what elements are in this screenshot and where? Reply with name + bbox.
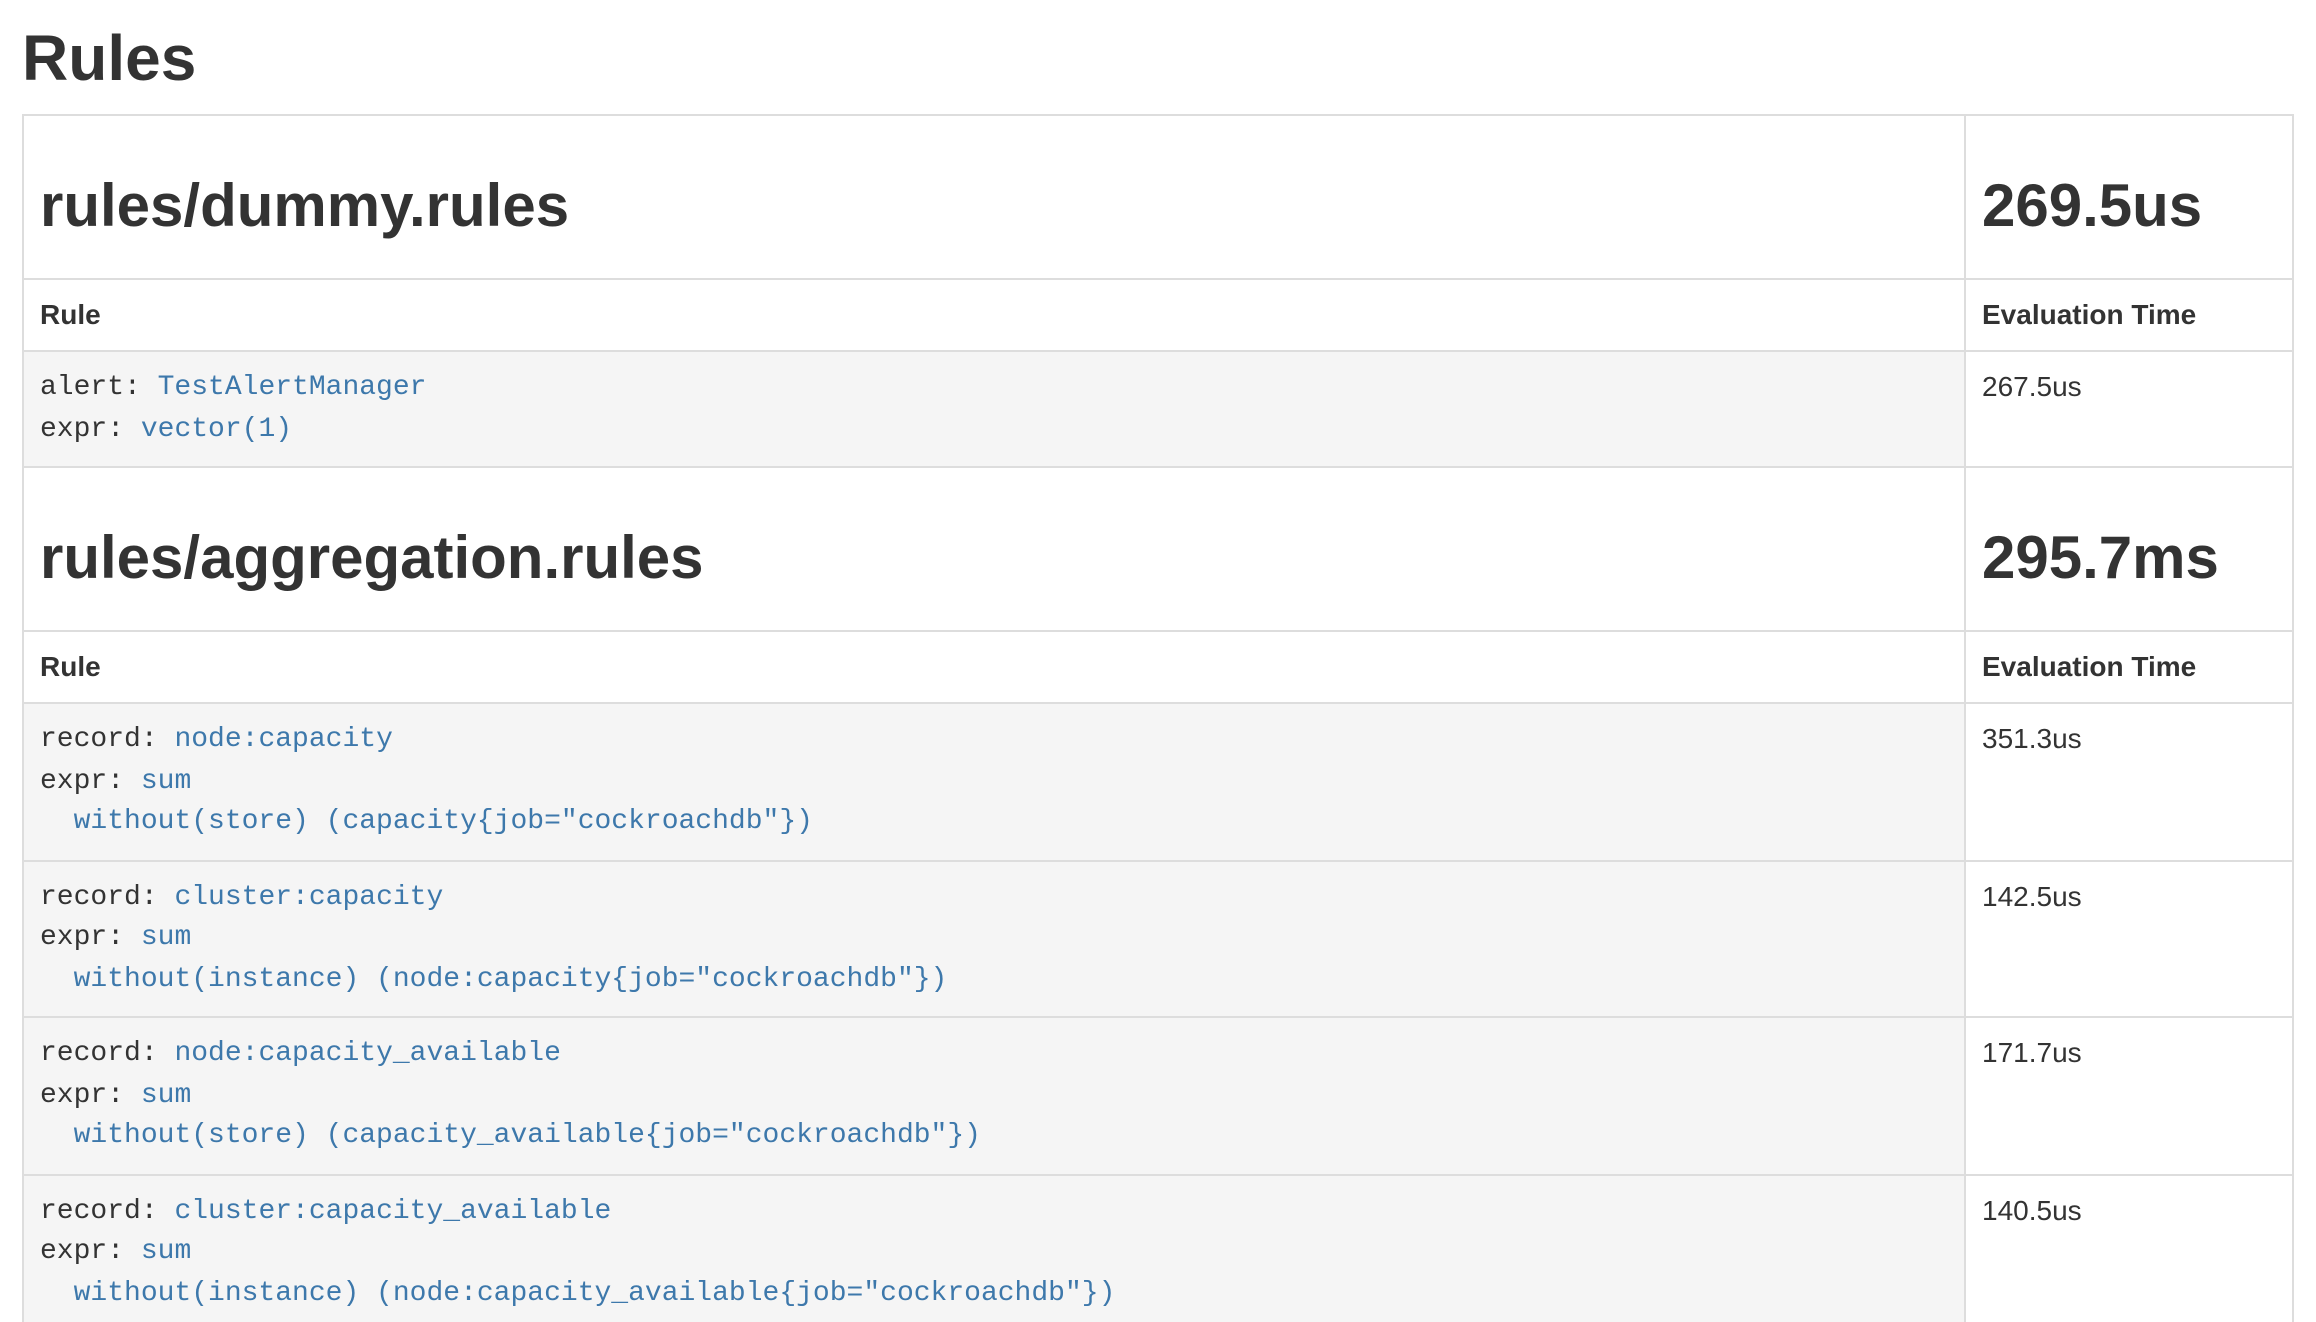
rule-group-eval-time-cell: 295.7ms [1965,467,2293,631]
column-header-row: Rule Evaluation Time [23,631,2293,703]
rule-keyword: expr: [40,765,141,797]
rule-eval-time: 142.5us [1965,860,2293,1017]
rule-keyword: record: [40,881,174,913]
rule-definition-cell: record: cluster:capacity_available expr:… [23,1174,1965,1322]
rule-definition-cell: alert: TestAlertManager expr: vector(1) [23,351,1965,467]
rule-group-name-cell: rules/aggregation.rules [23,467,1965,631]
rule-row: alert: TestAlertManager expr: vector(1) … [23,351,2293,467]
rule-row: record: node:capacity expr: sum without(… [23,703,2293,860]
rules-table: rules/dummy.rules 269.5us Rule Evaluatio… [22,114,2294,1322]
rule-name-link[interactable]: cluster:capacity_available [174,1195,611,1227]
rule-definition: record: node:capacity_available expr: su… [40,1034,1948,1157]
rule-name-link[interactable]: cluster:capacity [174,881,443,913]
rule-group-name: rules/dummy.rules [40,174,1948,240]
rule-definition-cell: record: node:capacity expr: sum without(… [23,703,1965,860]
eval-time-column-header: Evaluation Time [1965,279,2293,351]
rule-expr-link[interactable]: vector(1) [141,413,292,445]
rule-keyword: expr: [40,1079,141,1111]
rule-definition-cell: record: node:capacity_available expr: su… [23,1017,1965,1174]
rule-keyword: expr: [40,1236,141,1268]
rule-group-row: rules/aggregation.rules 295.7ms [23,467,2293,631]
rule-keyword: alert: [40,372,158,404]
rule-group-row: rules/dummy.rules 269.5us [23,115,2293,279]
rule-column-header: Rule [23,279,1965,351]
rules-page: Rules rules/dummy.rules 269.5us Rule Eva… [0,0,2316,1322]
eval-time-column-header: Evaluation Time [1965,631,2293,703]
rule-keyword: record: [40,1195,174,1227]
rule-name-link[interactable]: node:capacity [174,724,392,756]
rule-column-header: Rule [23,631,1965,703]
rule-definition: alert: TestAlertManager expr: vector(1) [40,368,1948,450]
rule-name-link[interactable]: TestAlertManager [158,372,427,404]
rule-row: record: node:capacity_available expr: su… [23,1017,2293,1174]
page-container: Rules rules/dummy.rules 269.5us Rule Eva… [0,0,2316,1322]
rule-expr-link[interactable]: sum without(instance) (node:capacity_ava… [40,1236,1115,1309]
rule-definition: record: cluster:capacity_available expr:… [40,1191,1948,1314]
rule-keyword: expr: [40,922,141,954]
rule-eval-time: 171.7us [1965,1017,2293,1174]
rule-row: record: cluster:capacity_available expr:… [23,1174,2293,1322]
rule-keyword: expr: [40,413,141,445]
rule-group-eval-time-cell: 269.5us [1965,115,2293,279]
rule-group-name: rules/aggregation.rules [40,526,1948,592]
rule-definition: record: cluster:capacity expr: sum witho… [40,877,1948,1000]
rule-group-name-cell: rules/dummy.rules [23,115,1965,279]
column-header-row: Rule Evaluation Time [23,279,2293,351]
rule-expr-link[interactable]: sum without(store) (capacity_available{j… [40,1079,981,1152]
page-title: Rules [22,24,2294,94]
rule-expr-link[interactable]: sum without(instance) (node:capacity{job… [40,922,947,995]
rule-keyword: record: [40,1038,174,1070]
rule-keyword: record: [40,724,174,756]
rule-group-eval-time: 295.7ms [1982,526,2276,592]
rule-eval-time: 140.5us [1965,1174,2293,1322]
rule-definition-cell: record: cluster:capacity expr: sum witho… [23,860,1965,1017]
rule-eval-time: 351.3us [1965,703,2293,860]
rule-group-eval-time: 269.5us [1982,174,2276,240]
rule-definition: record: node:capacity expr: sum without(… [40,720,1948,843]
rule-expr-link[interactable]: sum without(store) (capacity{job="cockro… [40,765,813,838]
rule-name-link[interactable]: node:capacity_available [174,1038,560,1070]
rule-row: record: cluster:capacity expr: sum witho… [23,860,2293,1017]
rule-eval-time: 267.5us [1965,351,2293,467]
